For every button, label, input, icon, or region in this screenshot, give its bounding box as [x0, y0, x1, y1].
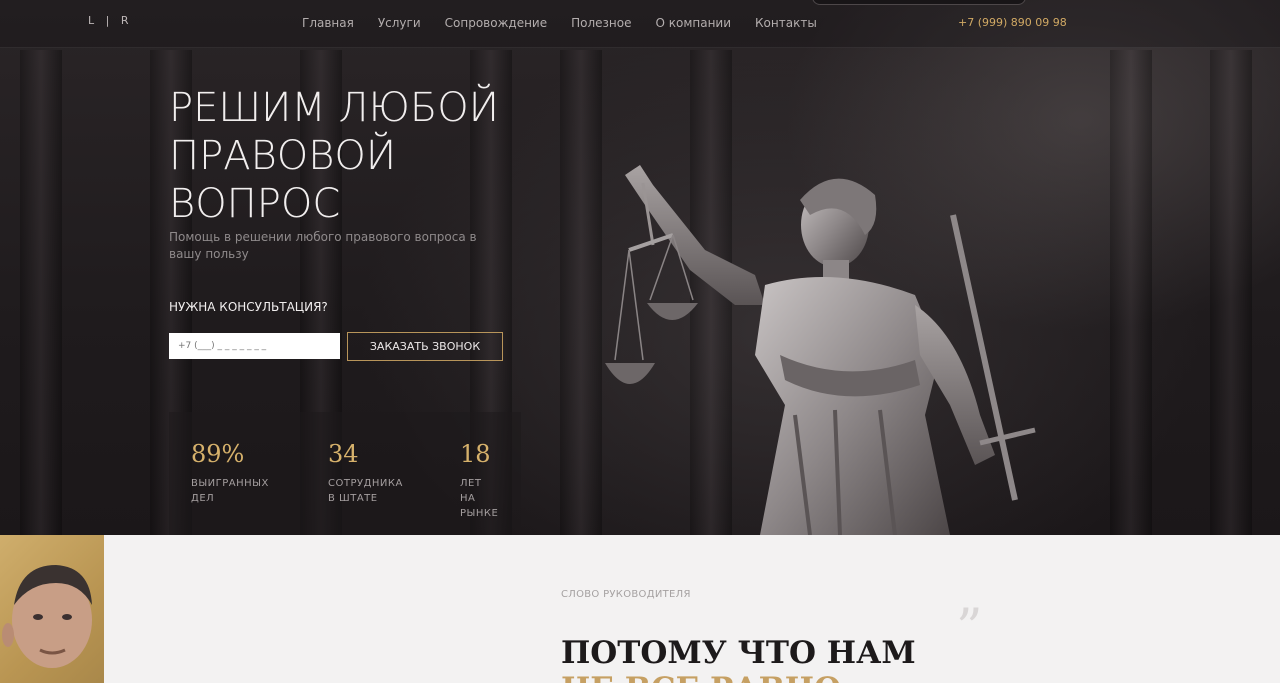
phone-input[interactable]	[169, 333, 340, 359]
justice-statue-image	[605, 165, 1036, 535]
stat-value: 18	[460, 440, 491, 468]
nav-item-contacts[interactable]: Контакты	[755, 16, 817, 30]
stat-employees: 34 СОТРУДНИКА В ШТАТЕ	[328, 440, 403, 506]
nav-item-services[interactable]: Услуги	[378, 16, 421, 30]
nav-item-support[interactable]: Сопровождение	[445, 16, 547, 30]
consult-label: НУЖНА КОНСУЛЬТАЦИЯ?	[169, 300, 328, 314]
section-label: СЛОВО РУКОВОДИТЕЛЯ	[561, 589, 691, 600]
stat-won-cases: 89% ВЫИГРАННЫХ ДЕЛ	[191, 440, 269, 506]
director-photo	[0, 535, 104, 683]
stat-label: ВЫИГРАННЫХ ДЕЛ	[191, 478, 269, 504]
director-title-accent: НЕ ВСЕ РАВНО	[561, 671, 841, 683]
stat-label: СОТРУДНИКА В ШТАТЕ	[328, 478, 403, 504]
stat-value: 34	[328, 440, 359, 468]
stat-label: ЛЕТ НА РЫНКЕ	[460, 478, 499, 519]
site-logo[interactable]: L | R	[88, 14, 132, 27]
nav-item-about[interactable]: О компании	[655, 16, 731, 30]
hero-title-line-3: ВОПРОС	[169, 181, 341, 227]
nav-item-useful[interactable]: Полезное	[571, 16, 631, 30]
hero-subtitle: Помощь в решении любого правового вопрос…	[169, 230, 477, 261]
director-title: ПОТОМУ ЧТО НАМ	[561, 635, 916, 671]
stats-panel: 89% ВЫИГРАННЫХ ДЕЛ 34 СОТРУДНИКА В ШТАТЕ…	[169, 412, 521, 535]
main-nav: Главная Услуги Сопровождение Полезное О …	[302, 16, 841, 30]
hero-title: РЕШИМ ЛЮБОЙ ПРАВОВОЙ ВОПРОС	[169, 84, 549, 228]
nav-item-home[interactable]: Главная	[302, 16, 354, 30]
quote-icon: ”	[956, 599, 983, 659]
site-header: L | R Главная Услуги Сопровождение Полез…	[0, 0, 1280, 48]
order-call-button[interactable]: ЗАКАЗАТЬ ЗВОНОК	[347, 332, 503, 361]
hero-title-line-2: ПРАВОВОЙ	[169, 133, 397, 179]
hero-section: L | R Главная Услуги Сопровождение Полез…	[0, 0, 1280, 535]
header-phone[interactable]: +7 (999) 890 09 98	[958, 16, 1067, 29]
director-section: СЛОВО РУКОВОДИТЕЛЯ ” ПОТОМУ ЧТО НАМ НЕ В…	[0, 535, 1280, 683]
stat-years: 18 ЛЕТ НА РЫНКЕ	[460, 440, 498, 521]
hero-title-line-1: РЕШИМ ЛЮБОЙ	[169, 85, 499, 131]
stat-value: 89%	[191, 440, 245, 468]
